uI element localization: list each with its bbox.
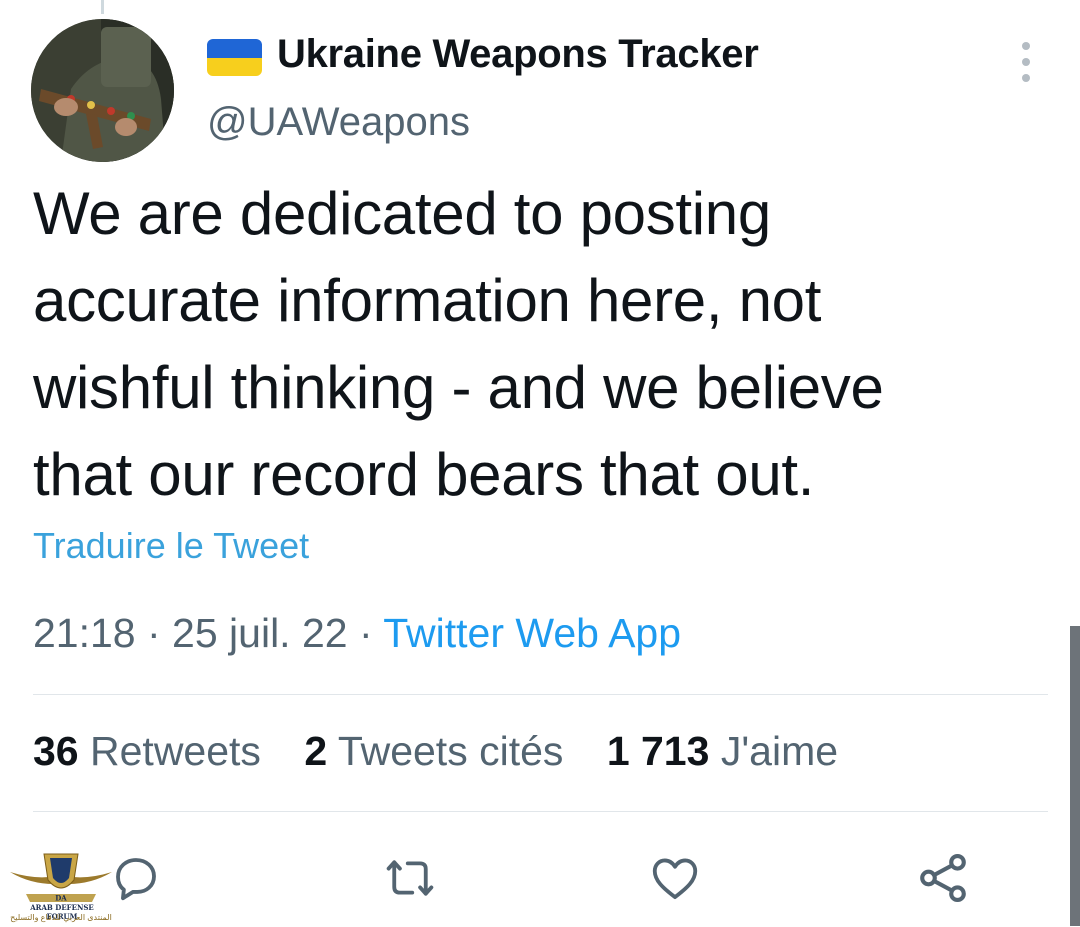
flag-blue-stripe — [207, 39, 262, 58]
like-icon — [652, 858, 698, 900]
retweets-stat[interactable]: 36 Retweets — [33, 728, 261, 774]
tweet-text-line: We are dedicated to posting — [33, 180, 771, 247]
more-options-icon[interactable] — [1012, 42, 1040, 82]
tweet-metadata: 21:18 · 25 juil. 22 · Twitter Web App — [33, 610, 681, 657]
reply-icon — [116, 858, 156, 901]
tweet-source-link[interactable]: Twitter Web App — [383, 610, 681, 656]
translate-tweet-link[interactable]: Traduire le Tweet — [33, 525, 309, 567]
tweet-text: We are dedicated to posting accurate inf… — [33, 170, 1043, 518]
meta-separator: · — [135, 610, 173, 656]
retweets-label: Retweets — [90, 728, 261, 774]
retweet-icon — [386, 860, 434, 896]
likes-stat[interactable]: 1 713 J'aime — [607, 728, 838, 774]
like-button[interactable] — [645, 848, 705, 908]
tweet-text-line: that our record bears that out. — [33, 441, 815, 508]
meta-separator: · — [347, 610, 384, 656]
thread-connector-line — [101, 0, 104, 14]
flag-yellow-stripe — [207, 57, 262, 76]
svg-text:DA: DA — [55, 894, 67, 903]
author-handle[interactable]: @UAWeapons — [207, 100, 470, 145]
retweets-count: 36 — [33, 728, 79, 774]
avatar[interactable] — [31, 19, 174, 162]
scrollbar[interactable] — [1070, 626, 1080, 926]
retweet-button[interactable] — [380, 848, 440, 908]
ukraine-flag-icon — [207, 39, 262, 76]
share-button[interactable] — [913, 848, 973, 908]
avatar-image — [31, 19, 174, 162]
quote-tweets-count: 2 — [304, 728, 328, 774]
likes-count: 1 713 — [606, 728, 710, 774]
watermark-name-arabic: المنتدى العربي للدفاع والتسليح — [10, 913, 112, 922]
quote-tweets-label: Tweets cités — [337, 728, 564, 774]
likes-label: J'aime — [720, 728, 839, 774]
divider — [33, 811, 1048, 812]
tweet-text-line: accurate information here, not — [33, 267, 822, 334]
engagement-stats: 36 Retweets 2 Tweets cités 1 713 J'aime — [33, 728, 870, 775]
share-icon — [920, 853, 966, 903]
tweet-date[interactable]: 25 juil. 22 — [172, 610, 348, 656]
tweet-time[interactable]: 21:18 — [33, 610, 136, 656]
quote-tweets-stat[interactable]: 2 Tweets cités — [304, 728, 563, 774]
divider — [33, 694, 1048, 695]
author-name[interactable]: Ukraine Weapons Tracker — [277, 32, 759, 77]
tweet-text-line: wishful thinking - and we believe — [33, 354, 884, 421]
